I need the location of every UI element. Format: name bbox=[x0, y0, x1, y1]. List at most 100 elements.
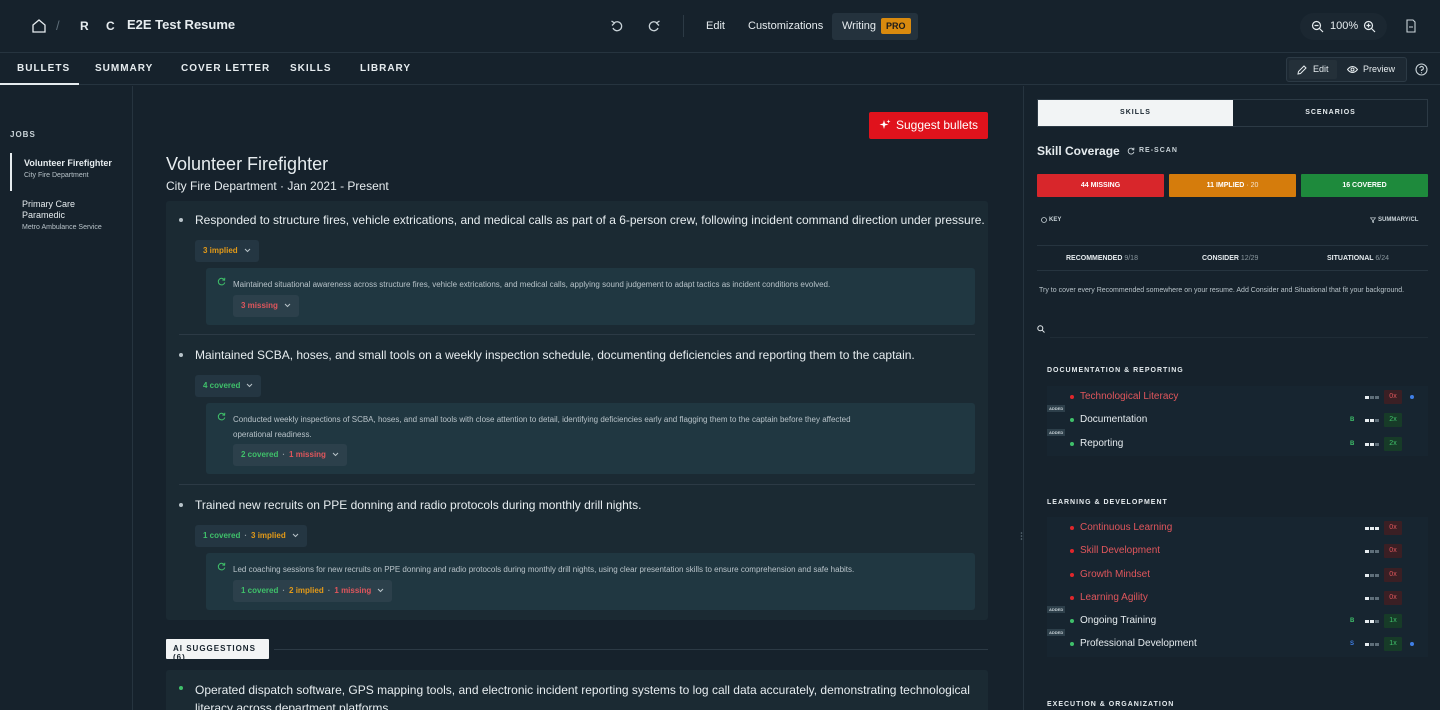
added-badge: ADDED bbox=[1047, 629, 1066, 636]
eye-icon[interactable] bbox=[1347, 65, 1358, 74]
writing-menu[interactable]: Writing PRO bbox=[832, 13, 918, 40]
skill-row[interactable]: Continuous Learning 0x bbox=[1047, 519, 1428, 537]
top-bar: / R C E2E Test Resume Edit Customization… bbox=[0, 0, 1440, 53]
bullet-divider bbox=[179, 484, 975, 485]
coverage-pill[interactable]: 4 covered bbox=[195, 375, 262, 397]
skill-row[interactable]: Growth Mindset 0x bbox=[1047, 566, 1428, 584]
recommended-tab[interactable]: RECOMMENDED 9/18 bbox=[1066, 255, 1138, 262]
rewrite-suggestion[interactable]: Conducted weekly inspections of SCBA, ho… bbox=[206, 403, 975, 474]
redo-icon[interactable] bbox=[647, 19, 661, 33]
undo-icon[interactable] bbox=[610, 19, 624, 33]
rewrite-suggestion[interactable]: Maintained situational awareness across … bbox=[206, 268, 975, 325]
skill-row[interactable]: Learning Agility 0x bbox=[1047, 589, 1428, 607]
skill-status-dot bbox=[1070, 549, 1074, 553]
rewrite-text: Led coaching sessions for new recruits o… bbox=[233, 565, 855, 574]
key-toggle[interactable]: KEY bbox=[1049, 217, 1061, 223]
search-icon[interactable] bbox=[1037, 325, 1045, 333]
refresh-icon[interactable] bbox=[1127, 147, 1135, 155]
skill-row[interactable]: ADDED Reporting B 2x bbox=[1047, 429, 1428, 453]
skill-status-dot bbox=[1070, 573, 1074, 577]
ai-suggestions-tag: AI SUGGESTIONS (6) bbox=[166, 639, 269, 662]
ai-suggestion-item[interactable]: Operated dispatch software, GPS mapping … bbox=[166, 670, 988, 710]
skill-usage-count: 0x bbox=[1384, 591, 1402, 605]
skill-row[interactable]: Skill Development 0x bbox=[1047, 542, 1428, 560]
skill-priority-bars bbox=[1365, 574, 1379, 577]
bullet-text[interactable]: Responded to structure fires, vehicle ex… bbox=[195, 213, 985, 227]
breadcrumb-c[interactable]: C bbox=[106, 19, 115, 33]
rewrite-suggestion[interactable]: Led coaching sessions for new recruits o… bbox=[206, 553, 975, 610]
tab-cover-letter[interactable]: COVER LETTER bbox=[181, 63, 270, 74]
writing-label: Writing bbox=[842, 20, 877, 32]
document-icon[interactable] bbox=[1405, 19, 1417, 33]
tab-bullets[interactable]: BULLETS bbox=[17, 63, 70, 74]
implied-filter-extra: · 20 bbox=[1246, 182, 1259, 189]
skill-usage-count: 0x bbox=[1384, 544, 1402, 558]
sidebar-job-title: Primary Care bbox=[22, 199, 76, 209]
edit-mode-label: Edit bbox=[1313, 64, 1329, 74]
skill-row[interactable]: ADDED Documentation B 2x bbox=[1047, 405, 1428, 429]
rescan-button[interactable]: RE-SCAN bbox=[1139, 147, 1178, 154]
sidebar-job-org: Metro Ambulance Service bbox=[22, 224, 102, 231]
tab-scenarios[interactable]: SCENARIOS bbox=[1233, 100, 1428, 126]
skill-usage-count: 1x bbox=[1384, 614, 1402, 628]
coverage-hint: Try to cover every Recommended somewhere… bbox=[1039, 287, 1405, 294]
summary-filter[interactable]: SUMMARY/CL bbox=[1378, 217, 1418, 223]
coverage-pill[interactable]: 1 covered · 3 implied bbox=[195, 525, 307, 547]
edit-mode-button[interactable]: Edit bbox=[1289, 60, 1337, 79]
missing-filter[interactable]: 44 MISSING bbox=[1037, 174, 1164, 197]
skill-priority-bars bbox=[1365, 620, 1379, 623]
section-title: DOCUMENTATION & REPORTING bbox=[1047, 367, 1184, 374]
situational-tab[interactable]: SITUATIONAL 6/24 bbox=[1327, 255, 1389, 262]
edit-menu[interactable]: Edit bbox=[706, 20, 725, 32]
sidebar-job-primary-care-paramedic[interactable]: Primary Care Paramedic Metro Ambulance S… bbox=[10, 199, 130, 235]
tab-skills[interactable]: SKILLS bbox=[290, 63, 332, 74]
skill-usage-count: 1x bbox=[1384, 637, 1402, 651]
tab-library[interactable]: LIBRARY bbox=[360, 63, 411, 74]
rewrite-coverage-pill[interactable]: 3 missing bbox=[233, 295, 299, 317]
skill-row[interactable]: Technological Literacy 0x bbox=[1047, 388, 1428, 406]
ai-suggestion-text: Operated dispatch software, GPS mapping … bbox=[195, 681, 975, 710]
refresh-icon bbox=[217, 277, 226, 286]
chevron-down-icon bbox=[284, 304, 291, 308]
covered-filter[interactable]: 16 COVERED bbox=[1301, 174, 1428, 197]
tab-skills-panel[interactable]: SKILLS bbox=[1038, 100, 1233, 126]
refresh-icon bbox=[217, 562, 226, 571]
suggest-bullets-button[interactable]: Suggest bullets bbox=[869, 112, 988, 139]
skill-row[interactable]: ADDED Ongoing Training B 1x bbox=[1047, 606, 1428, 630]
document-title[interactable]: E2E Test Resume bbox=[127, 17, 235, 32]
bullets-editor: Suggest bullets Volunteer Firefighter Ci… bbox=[134, 86, 1022, 710]
skill-name: Ongoing Training bbox=[1080, 615, 1157, 626]
added-badge: ADDED bbox=[1047, 405, 1066, 412]
customizations-menu[interactable]: Customizations bbox=[748, 20, 823, 32]
bullet-text[interactable]: Trained new recruits on PPE donning and … bbox=[195, 498, 641, 512]
skill-usage-count: 0x bbox=[1384, 568, 1402, 582]
sparkle-icon bbox=[879, 119, 891, 129]
zoom-out-icon[interactable] bbox=[1311, 20, 1324, 33]
preview-mode-button[interactable]: Preview bbox=[1363, 64, 1395, 74]
sidebar-job-title-line2: Paramedic bbox=[22, 210, 66, 220]
breadcrumb-r[interactable]: R bbox=[80, 19, 89, 33]
skill-row[interactable]: ADDED Professional Development S 1x bbox=[1047, 629, 1428, 653]
skill-search-input[interactable] bbox=[1050, 337, 1428, 338]
skill-priority-bars bbox=[1365, 396, 1379, 399]
skill-usage-count: 2x bbox=[1384, 437, 1402, 451]
rewrite-coverage-pill[interactable]: 1 covered · 2 implied · 1 missing bbox=[233, 580, 393, 602]
consider-tab[interactable]: CONSIDER 12/29 bbox=[1202, 255, 1258, 262]
sidebar-job-volunteer-firefighter[interactable]: Volunteer Firefighter City Fire Departme… bbox=[10, 153, 130, 191]
coverage-pill[interactable]: 3 implied bbox=[195, 240, 259, 262]
implied-filter[interactable]: 11 IMPLIED · 20 bbox=[1169, 174, 1296, 197]
help-icon[interactable] bbox=[1415, 63, 1428, 76]
jobs-sidebar: JOBS Volunteer Firefighter City Fire Dep… bbox=[0, 86, 133, 710]
situational-count: 6/24 bbox=[1375, 255, 1389, 262]
info-icon[interactable] bbox=[1041, 217, 1047, 223]
home-icon[interactable] bbox=[31, 18, 47, 34]
tab-summary[interactable]: SUMMARY bbox=[95, 63, 153, 74]
sidebar-job-org: City Fire Department bbox=[24, 172, 89, 179]
zoom-in-icon[interactable] bbox=[1363, 20, 1376, 33]
bullets-list: Responded to structure fires, vehicle ex… bbox=[166, 201, 988, 620]
skill-name: Learning Agility bbox=[1080, 592, 1148, 603]
jobs-heading: JOBS bbox=[10, 130, 36, 139]
filter-icon[interactable] bbox=[1370, 217, 1376, 223]
rewrite-coverage-pill[interactable]: 2 covered · 1 missing bbox=[233, 444, 347, 466]
bullet-text[interactable]: Maintained SCBA, hoses, and small tools … bbox=[195, 348, 915, 362]
